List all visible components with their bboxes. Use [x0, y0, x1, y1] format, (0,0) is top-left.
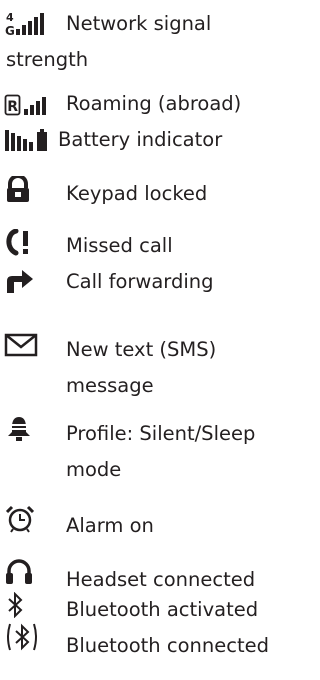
legend-item-bluetooth-activated: Bluetooth activated [0, 592, 293, 624]
bluetooth-connected-icon [4, 623, 40, 651]
missed-call-icon [4, 229, 44, 256]
legend-item-roaming: R Roaming (abroad) [0, 90, 293, 122]
legend-item-network-signal: 4 G Network signal strength [0, 10, 293, 82]
legend-label: Battery indicator [58, 128, 223, 151]
legend-label: Network signal strength [6, 12, 212, 71]
legend-item-silent-profile: Profile: Silent/Sleep mode [0, 416, 293, 488]
legend-label: Bluetooth connected [66, 634, 269, 657]
alarm-clock-icon [4, 505, 36, 533]
legend-label: Call forwarding [66, 270, 214, 293]
legend-item-headset: Headset connected [0, 559, 293, 592]
legend-item-bluetooth-connected: Bluetooth connected [0, 623, 293, 660]
legend-item-alarm: Alarm on [0, 505, 293, 538]
legend-label: Profile: Silent/Sleep mode [66, 422, 256, 481]
bluetooth-icon [4, 592, 28, 618]
battery-indicator-icon [4, 127, 66, 153]
legend-label: Bluetooth activated [66, 598, 259, 621]
call-forwarding-icon [4, 268, 36, 294]
keypad-lock-icon [4, 176, 32, 203]
legend-item-battery: Battery indicator [0, 126, 293, 158]
legend-label: Missed call [66, 234, 173, 257]
legend-label: New text (SMS) message [66, 338, 217, 397]
legend-item-call-forwarding: Call forwarding [0, 268, 293, 300]
roaming-glyph: R [7, 99, 18, 115]
roaming-signal-icon: R [4, 92, 64, 118]
envelope-icon [4, 332, 38, 358]
legend-item-keypad-locked: Keypad locked [0, 176, 293, 216]
legend-label: Roaming (abroad) [66, 92, 242, 115]
headset-icon [4, 559, 34, 586]
legend-label: Keypad locked [66, 182, 208, 205]
legend-item-missed-call: Missed call [0, 229, 293, 262]
legend-item-new-sms: New text (SMS) message [0, 332, 293, 404]
legend-label: Alarm on [66, 514, 154, 537]
silent-bell-icon [4, 416, 34, 442]
